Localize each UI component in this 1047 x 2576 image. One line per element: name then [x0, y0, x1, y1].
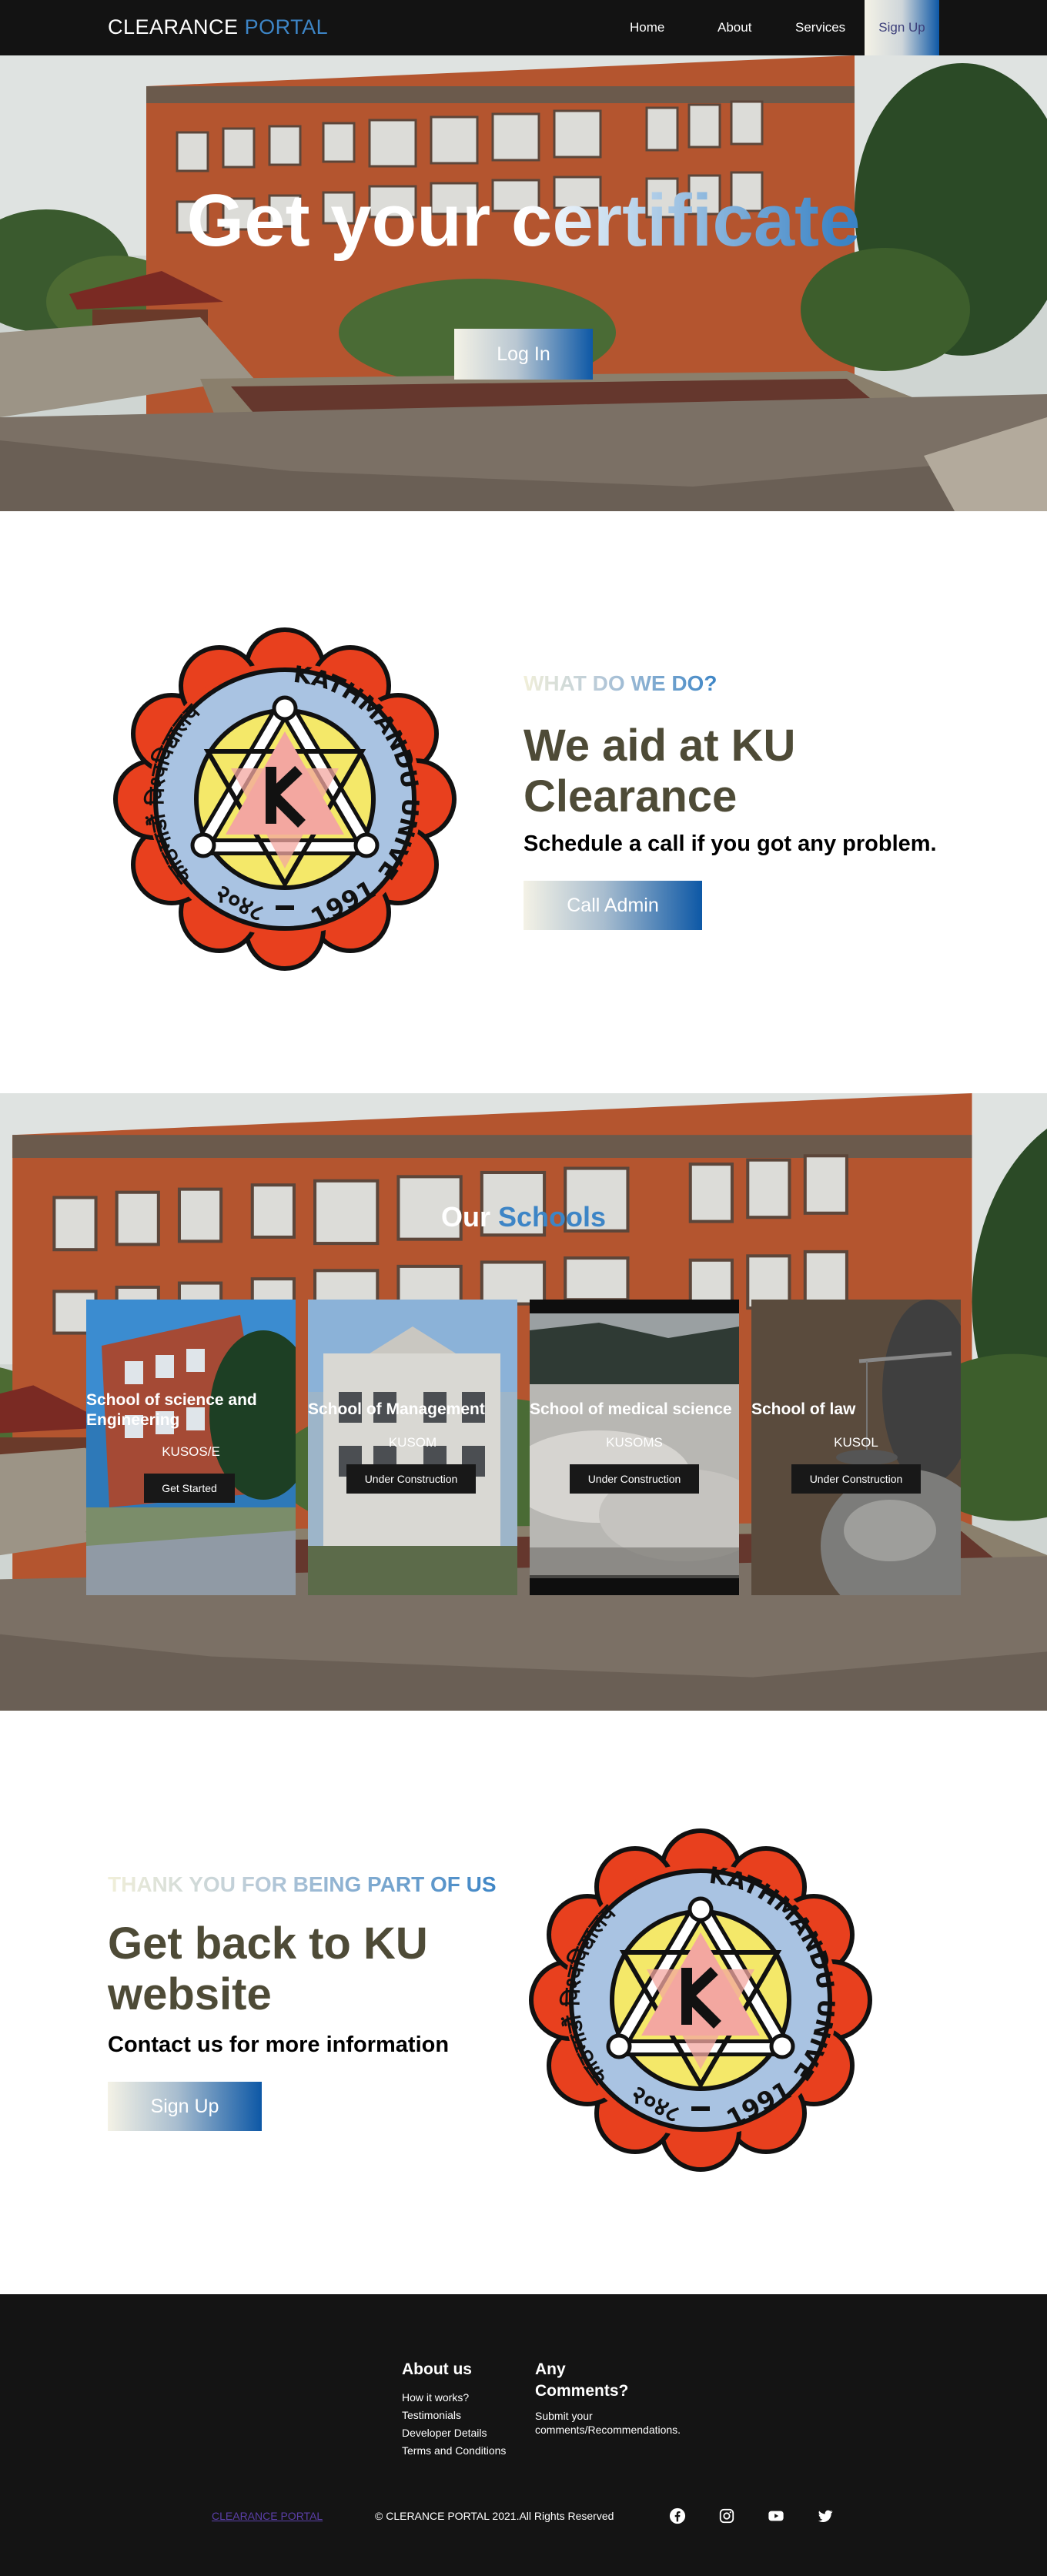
nav-link-services[interactable]: Services [795, 20, 845, 35]
ku-seal-logo: KATHMANDU UNIVERSITY काठमाडौं विश्वविद्य… [108, 622, 462, 976]
school-card-code: KUSOMS [606, 1435, 663, 1450]
hero-title: Get your certificate [0, 179, 1047, 263]
footer-copyright: © CLERANCE PORTAL 2021.All Rights Reserv… [375, 2510, 614, 2522]
youtube-icon[interactable] [762, 2502, 790, 2530]
hero-campus-photo [0, 55, 1047, 511]
call-admin-button[interactable]: Call Admin [524, 881, 702, 930]
under-construction-button[interactable]: Under Construction [570, 1464, 699, 1494]
about-headline-line2: Clearance [524, 771, 738, 821]
thanks-headline: Get back to KU website [108, 1919, 428, 2020]
nav-link-about[interactable]: About [718, 20, 751, 35]
brand-logo[interactable]: CLEARANCE PORTAL [108, 15, 328, 39]
school-card-code: KUSOS/E [162, 1444, 220, 1459]
footer-link-testimonials[interactable]: Testimonials [402, 2409, 461, 2421]
schools-title-part2: Schools [498, 1201, 607, 1233]
school-card-law[interactable]: School of law KUSOL Under Construction [751, 1300, 961, 1595]
thanks-subline: Contact us for more information [108, 2032, 450, 2057]
hero-section: Get your certificate Log In [0, 55, 1047, 511]
footer-link-how-it-works[interactable]: How it works? [402, 2391, 469, 2404]
school-card-title: School of law [751, 1400, 856, 1418]
footer-comments-heading-line2: Comments? [535, 2382, 629, 2400]
about-eyebrow: WHAT DO WE DO? [524, 671, 718, 695]
footer-link-developer-details[interactable]: Developer Details [402, 2427, 487, 2439]
instagram-icon[interactable] [713, 2502, 741, 2530]
nav-link-home[interactable]: Home [630, 20, 664, 35]
school-card-code: KUSOL [834, 1435, 878, 1450]
schools-section: Our Schools School of science and Engine… [0, 1093, 1047, 1711]
thanks-headline-line1: Get back to KU [108, 1919, 428, 1969]
school-card-title: School of Management [308, 1400, 485, 1418]
school-card-medical[interactable]: School of medical science KUSOMS Under C… [530, 1300, 739, 1595]
schools-title-part1: Our [440, 1201, 490, 1233]
footer-comments-heading-line1: Any [535, 2360, 566, 2378]
footer-link-terms[interactable]: Terms and Conditions [402, 2444, 506, 2457]
brand-text-part1: CLEARANCE [108, 15, 239, 38]
footer-comments-text-line1: Submit your [535, 2410, 593, 2422]
ku-seal-logo: KATHMANDU UNIVERSITY काठमाडौं विश्वविद्य… [524, 1823, 878, 2177]
top-navbar: CLEARANCE PORTAL Home About Services Sig… [0, 0, 1047, 55]
thanks-headline-line2: website [108, 1969, 272, 2019]
thanks-eyebrow: THANK YOU FOR BEING PART OF US [108, 1872, 497, 1896]
schools-title: Our Schools [0, 1201, 1047, 1233]
get-started-button[interactable]: Get Started [144, 1474, 235, 1503]
about-subline: Schedule a call if you got any problem. [524, 831, 937, 856]
school-card-code: KUSOM [388, 1435, 437, 1450]
twitter-icon[interactable] [811, 2502, 839, 2530]
under-construction-button[interactable]: Under Construction [791, 1464, 921, 1494]
login-button[interactable]: Log In [454, 329, 593, 380]
school-card-title: School of science and Engineering [86, 1391, 257, 1429]
signup-button[interactable]: Sign Up [108, 2082, 262, 2131]
footer-comments-text-line2[interactable]: comments/Recommendations. [535, 2424, 681, 2436]
site-footer: About us How it works? Testimonials Deve… [0, 2294, 1047, 2576]
school-card-management[interactable]: School of Management KUSOM Under Constru… [308, 1300, 517, 1595]
footer-brand-link[interactable]: CLEARANCE PORTAL [212, 2510, 323, 2522]
school-card-title: School of medical science [530, 1400, 732, 1418]
about-headline: We aid at KU Clearance [524, 721, 795, 822]
about-headline-line1: We aid at KU [524, 721, 796, 771]
brand-text-part2: PORTAL [244, 15, 329, 38]
footer-comments-heading: Any Comments? [535, 2359, 628, 2402]
footer-about-heading: About us [402, 2360, 472, 2378]
under-construction-button[interactable]: Under Construction [346, 1464, 476, 1494]
school-card-engineering[interactable]: School of science and Engineering KUSOS/… [86, 1300, 296, 1595]
nav-signup-button[interactable]: Sign Up [865, 0, 939, 55]
facebook-icon[interactable] [664, 2502, 691, 2530]
